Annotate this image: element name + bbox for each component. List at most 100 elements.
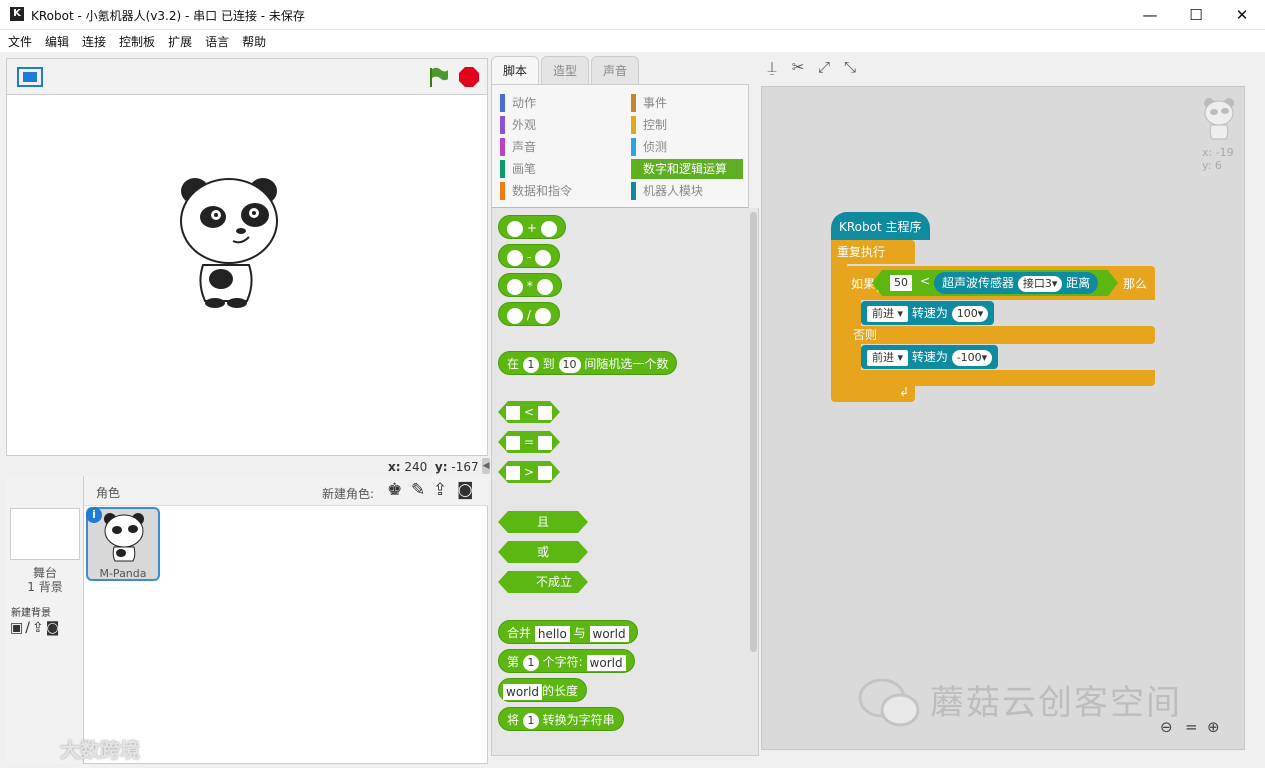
random-block[interactable]: 在 1 到 10 间随机选一个数 <box>498 351 678 375</box>
direction-dropdown-2[interactable]: 前进 ▾ <box>867 349 909 366</box>
category-sensing[interactable]: 侦测 <box>631 137 743 157</box>
category-sound[interactable]: 声音 <box>500 137 620 157</box>
motor-forward-block-1[interactable]: 前进 ▾ 转速为 100▾ <box>861 301 995 325</box>
menu-file[interactable]: 文件 <box>8 33 32 50</box>
panda-thumbnail-icon <box>104 513 144 562</box>
new-sprite-label: 新建角色: <box>322 487 375 501</box>
palette-scrollbar[interactable] <box>750 212 757 652</box>
delete-tool-icon[interactable]: ✂ <box>789 58 807 76</box>
motor-forward-block-2[interactable]: 前进 ▾ 转速为 -100▾ <box>861 345 999 369</box>
stage-label-group: 舞台 1 背景 <box>6 566 84 594</box>
main-program-hat-block[interactable]: KRobot 主程序 <box>831 212 930 240</box>
new-backdrop-tools: ▣/⇪◙ <box>10 620 61 636</box>
tab-scripts[interactable]: 脚本 <box>491 56 539 84</box>
stage-label: 舞台 <box>32 566 57 580</box>
multiply-block[interactable]: * <box>498 273 562 297</box>
backdrop-count: 1 背景 <box>27 580 63 594</box>
join-block[interactable]: 合并 hello 与 world <box>498 620 638 644</box>
stage-header <box>6 58 488 94</box>
forever-loop-arrow-icon: ↲ <box>831 386 915 402</box>
sprite-library-icon[interactable]: ♚ <box>387 480 402 500</box>
duplicate-tool-icon[interactable]: ⍊ <box>763 58 781 76</box>
green-flag-icon[interactable] <box>427 66 449 88</box>
menu-language[interactable]: 语言 <box>205 33 229 50</box>
wechat-watermark-icon <box>858 678 920 727</box>
category-pen[interactable]: 画笔 <box>500 159 620 179</box>
ultrasonic-sensor-block[interactable]: 超声波传感器 接口3▾ 距离 <box>934 272 1098 294</box>
forever-block[interactable]: 重复执行 <box>831 240 915 264</box>
category-robot[interactable]: 机器人模块 <box>631 181 743 201</box>
backdrop-library-icon[interactable]: ▣ <box>10 620 25 636</box>
port-dropdown[interactable]: 接口3▾ <box>1018 276 1063 292</box>
title-bar: K KRobot - 小氪机器人(v3.2) - 串口 已连接 - 未保存 — … <box>0 0 1265 30</box>
direction-dropdown-1[interactable]: 前进 ▾ <box>867 305 909 322</box>
current-sprite-icon <box>1204 98 1234 140</box>
block-categories: 动作 外观 声音 画笔 数据和指令 事件 控制 侦测 数字和逻辑运算 机器人模块 <box>491 84 749 208</box>
sprite-tile[interactable]: i M-Panda <box>86 507 160 581</box>
panda-sprite[interactable] <box>175 173 285 313</box>
then-label: 那么 <box>1122 277 1147 291</box>
paint-backdrop-icon[interactable]: / <box>25 620 32 636</box>
equals-block[interactable]: = <box>498 431 560 453</box>
zoom-in-icon[interactable]: ⊕ <box>1207 718 1220 736</box>
category-control[interactable]: 控制 <box>631 115 743 135</box>
window-title: KRobot - 小氪机器人(v3.2) - 串口 已连接 - 未保存 <box>31 9 305 23</box>
stage-mouse-coords: x: 240 y: -167 <box>388 460 479 474</box>
stop-icon[interactable] <box>458 66 480 88</box>
length-block[interactable]: world 的长度 <box>498 678 588 702</box>
menu-connect[interactable]: 连接 <box>82 33 106 50</box>
speed-dropdown-1[interactable]: 100▾ <box>951 305 989 322</box>
paint-sprite-icon[interactable]: ✎ <box>411 480 425 500</box>
tab-sounds[interactable]: 声音 <box>591 56 639 84</box>
camera-sprite-icon[interactable]: ◙ <box>457 480 474 500</box>
divide-block[interactable]: / <box>498 302 560 326</box>
zoom-reset-icon[interactable]: = <box>1185 718 1198 736</box>
if-else-bottom <box>845 370 1155 386</box>
stage-canvas[interactable] <box>6 94 488 456</box>
fullscreen-icon[interactable] <box>17 67 43 87</box>
watermark-text: 蘑菇云创客空间 <box>930 683 1182 723</box>
watermark-left: 大数跨境 <box>60 738 140 762</box>
category-motion[interactable]: 动作 <box>500 93 620 113</box>
add-block[interactable]: + <box>498 215 566 239</box>
minimize-button[interactable]: — <box>1127 0 1173 30</box>
menu-extensions[interactable]: 扩展 <box>168 33 192 50</box>
less-than-block[interactable]: < <box>498 401 560 423</box>
subtract-block[interactable]: - <box>498 244 560 268</box>
category-data[interactable]: 数据和指令 <box>500 181 620 201</box>
menu-board[interactable]: 控制板 <box>119 33 155 50</box>
tab-costumes[interactable]: 造型 <box>541 56 589 84</box>
speed-dropdown-2[interactable]: -100▾ <box>951 349 993 366</box>
shrink-tool-icon[interactable]: ⤡ <box>841 58 859 76</box>
greater-than-block[interactable]: > <box>498 461 560 483</box>
else-arm <box>845 344 861 372</box>
menu-help[interactable]: 帮助 <box>242 33 266 50</box>
stage-thumbnail[interactable] <box>10 508 80 560</box>
menu-edit[interactable]: 编辑 <box>45 33 69 50</box>
sprite-name: M-Panda <box>99 567 147 580</box>
letter-of-block[interactable]: 第 1 个字符: world <box>498 649 635 673</box>
collapse-stage-button[interactable]: ◀ <box>482 458 490 474</box>
if-arm <box>845 300 861 328</box>
script-area[interactable] <box>761 86 1245 750</box>
grow-tool-icon[interactable]: ⤢ <box>815 58 833 76</box>
app-logo-icon: K <box>10 7 24 21</box>
close-button[interactable]: ✕ <box>1219 0 1265 30</box>
sprites-header: 角色 新建角色: ♚ ✎ ⇪ ◙ <box>84 476 488 506</box>
info-icon[interactable]: i <box>86 507 102 523</box>
less-than-condition[interactable]: 50 < 超声波传感器 接口3▾ 距离 <box>872 270 1118 296</box>
and-block[interactable]: 且 <box>498 511 588 533</box>
compare-value[interactable]: 50 <box>890 275 912 291</box>
category-events[interactable]: 事件 <box>631 93 743 113</box>
sprite-position: x: -19 y: 6 <box>1202 146 1234 172</box>
menu-bar: 文件 编辑 连接 控制板 扩展 语言 帮助 <box>0 30 1265 52</box>
to-string-block[interactable]: 将 1 转换为字符串 <box>498 707 624 731</box>
upload-sprite-icon[interactable]: ⇪ <box>433 480 447 500</box>
maximize-button[interactable]: ☐ <box>1173 0 1219 30</box>
not-block[interactable]: 不成立 <box>498 571 588 593</box>
upload-backdrop-icon[interactable]: ⇪ <box>32 620 46 636</box>
category-operators[interactable]: 数字和逻辑运算 <box>631 159 743 179</box>
camera-backdrop-icon[interactable]: ◙ <box>46 620 62 636</box>
or-block[interactable]: 或 <box>498 541 588 563</box>
category-looks[interactable]: 外观 <box>500 115 620 135</box>
